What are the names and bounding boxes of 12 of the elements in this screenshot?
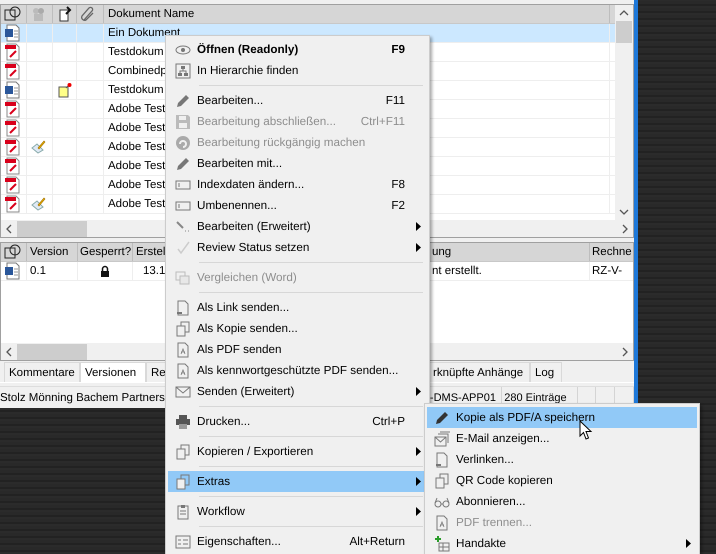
column-header: Gesperrt? xyxy=(78,243,133,262)
shortcut-label: F8 xyxy=(391,178,405,191)
shortcut-label: Ctrl+P xyxy=(372,415,405,428)
shortcut-label: F2 xyxy=(391,199,405,212)
table-cell-text: RZ-V- xyxy=(591,264,624,280)
column-header: Rechne xyxy=(591,245,633,260)
column-header: Version xyxy=(27,243,78,262)
table-cell: 0.1 xyxy=(27,262,78,280)
shortcut-label: F9 xyxy=(391,43,405,56)
shortcut-label: Alt+Return xyxy=(349,535,405,548)
column-header: Dokument Name xyxy=(104,5,610,23)
table-cell: 13.1 xyxy=(143,265,166,278)
